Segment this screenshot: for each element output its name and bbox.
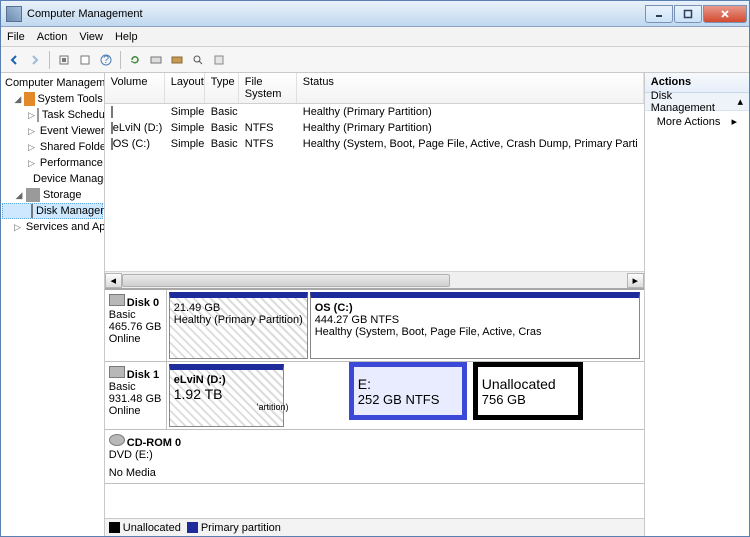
toolbar-icon[interactable] [168,51,186,69]
disk-row[interactable]: CD-ROM 0 DVD (E:) No Media [105,430,644,484]
up-button[interactable] [55,51,73,69]
close-button[interactable] [703,5,747,23]
disk-graphical-view[interactable]: Disk 0 Basic 465.76 GB Online 21.49 GB H… [105,288,644,518]
tree-disk-management[interactable]: Disk Management [2,203,103,219]
scroll-right-button[interactable]: ▸ [627,273,644,288]
volume-row[interactable]: Simple Basic Healthy (Primary Partition) [105,104,644,120]
scroll-left-button[interactable]: ◂ [105,273,122,288]
legend: Unallocated Primary partition [105,518,644,536]
collapse-icon[interactable]: ▴ [737,95,743,108]
disk-row[interactable]: Disk 1 Basic 931.48 GB Online eLviN (D:)… [105,362,644,430]
tree-services[interactable]: ▷Services and Applications [2,219,103,235]
volume-hscrollbar[interactable]: ◂ ▸ [105,271,644,288]
toolbar-icon[interactable] [147,51,165,69]
volume-list[interactable]: Simple Basic Healthy (Primary Partition)… [105,104,644,152]
toolbar-icon[interactable] [210,51,228,69]
partition[interactable]: 21.49 GB Healthy (Primary Partition) [169,292,308,359]
col-volume[interactable]: Volume [105,73,165,103]
window-title: Computer Management [27,8,644,20]
legend-swatch-primary [187,522,198,533]
actions-section[interactable]: Disk Management ▴ [645,93,749,111]
col-filesystem[interactable]: File System [239,73,297,103]
scroll-track[interactable] [122,273,627,288]
chevron-right-icon: ▸ [731,115,737,128]
console-tree[interactable]: Computer Management (Local ◢System Tools… [1,73,105,536]
menu-bar: File Action View Help [1,27,749,47]
back-button[interactable] [5,51,23,69]
tree-performance[interactable]: ▷Performance [2,155,103,171]
toolbar-icon[interactable] [189,51,207,69]
help-button[interactable]: ? [97,51,115,69]
col-status[interactable]: Status [297,73,644,103]
maximize-button[interactable] [674,5,702,23]
disk-icon [109,294,125,306]
app-icon [6,6,22,22]
col-type[interactable]: Type [205,73,239,103]
volume-list-header[interactable]: Volume Layout Type File System Status [105,73,644,104]
annotation-unallocated: Unallocated 756 GB [473,362,583,420]
menu-action[interactable]: Action [37,31,68,43]
menu-file[interactable]: File [7,31,25,43]
minimize-button[interactable] [645,5,673,23]
partition[interactable]: eLviN (D:) 1.92 TB [169,364,284,427]
partition[interactable]: OS (C:) 444.27 GB NTFS Healthy (System, … [310,292,640,359]
svg-text:?: ? [103,54,109,66]
forward-button[interactable] [26,51,44,69]
center-pane: Volume Layout Type File System Status Si… [105,73,645,536]
legend-swatch-unallocated [109,522,120,533]
tree-device-manager[interactable]: Device Manager [2,171,103,187]
menu-view[interactable]: View [79,31,103,43]
tree-system-tools[interactable]: ◢System Tools [2,91,103,107]
disk-row[interactable]: Disk 0 Basic 465.76 GB Online 21.49 GB H… [105,290,644,362]
actions-pane: Actions Disk Management ▴ More Actions ▸ [645,73,749,536]
menu-help[interactable]: Help [115,31,138,43]
actions-more[interactable]: More Actions ▸ [645,111,749,132]
tree-shared-folders[interactable]: ▷Shared Folders [2,139,103,155]
refresh-button[interactable] [126,51,144,69]
tree-storage[interactable]: ◢Storage [2,187,103,203]
cdrom-icon [109,434,125,446]
tree-task-scheduler[interactable]: ▷Task Scheduler [2,107,103,123]
disk-icon [109,366,125,378]
partition-tail-text: 'artition) [257,402,289,412]
disk-header[interactable]: Disk 0 Basic 465.76 GB Online [105,290,167,361]
tree-event-viewer[interactable]: ▷Event Viewer [2,123,103,139]
toolbar-separator [49,51,50,69]
disk-header[interactable]: CD-ROM 0 DVD (E:) No Media [105,430,644,483]
disk-header[interactable]: Disk 1 Basic 931.48 GB Online [105,362,167,429]
toolbar: ? [1,47,749,73]
scroll-thumb[interactable] [122,274,450,287]
col-layout[interactable]: Layout [165,73,205,103]
volume-row[interactable]: OS (C:) Simple Basic NTFS Healthy (Syste… [105,136,644,152]
annotation-e-partition: E: 252 GB NTFS [349,362,467,420]
volume-row[interactable]: eLviN (D:) Simple Basic NTFS Healthy (Pr… [105,120,644,136]
window-titlebar: Computer Management [1,1,749,27]
properties-button[interactable] [76,51,94,69]
tree-root[interactable]: Computer Management (Local [2,75,103,91]
toolbar-separator [120,51,121,69]
